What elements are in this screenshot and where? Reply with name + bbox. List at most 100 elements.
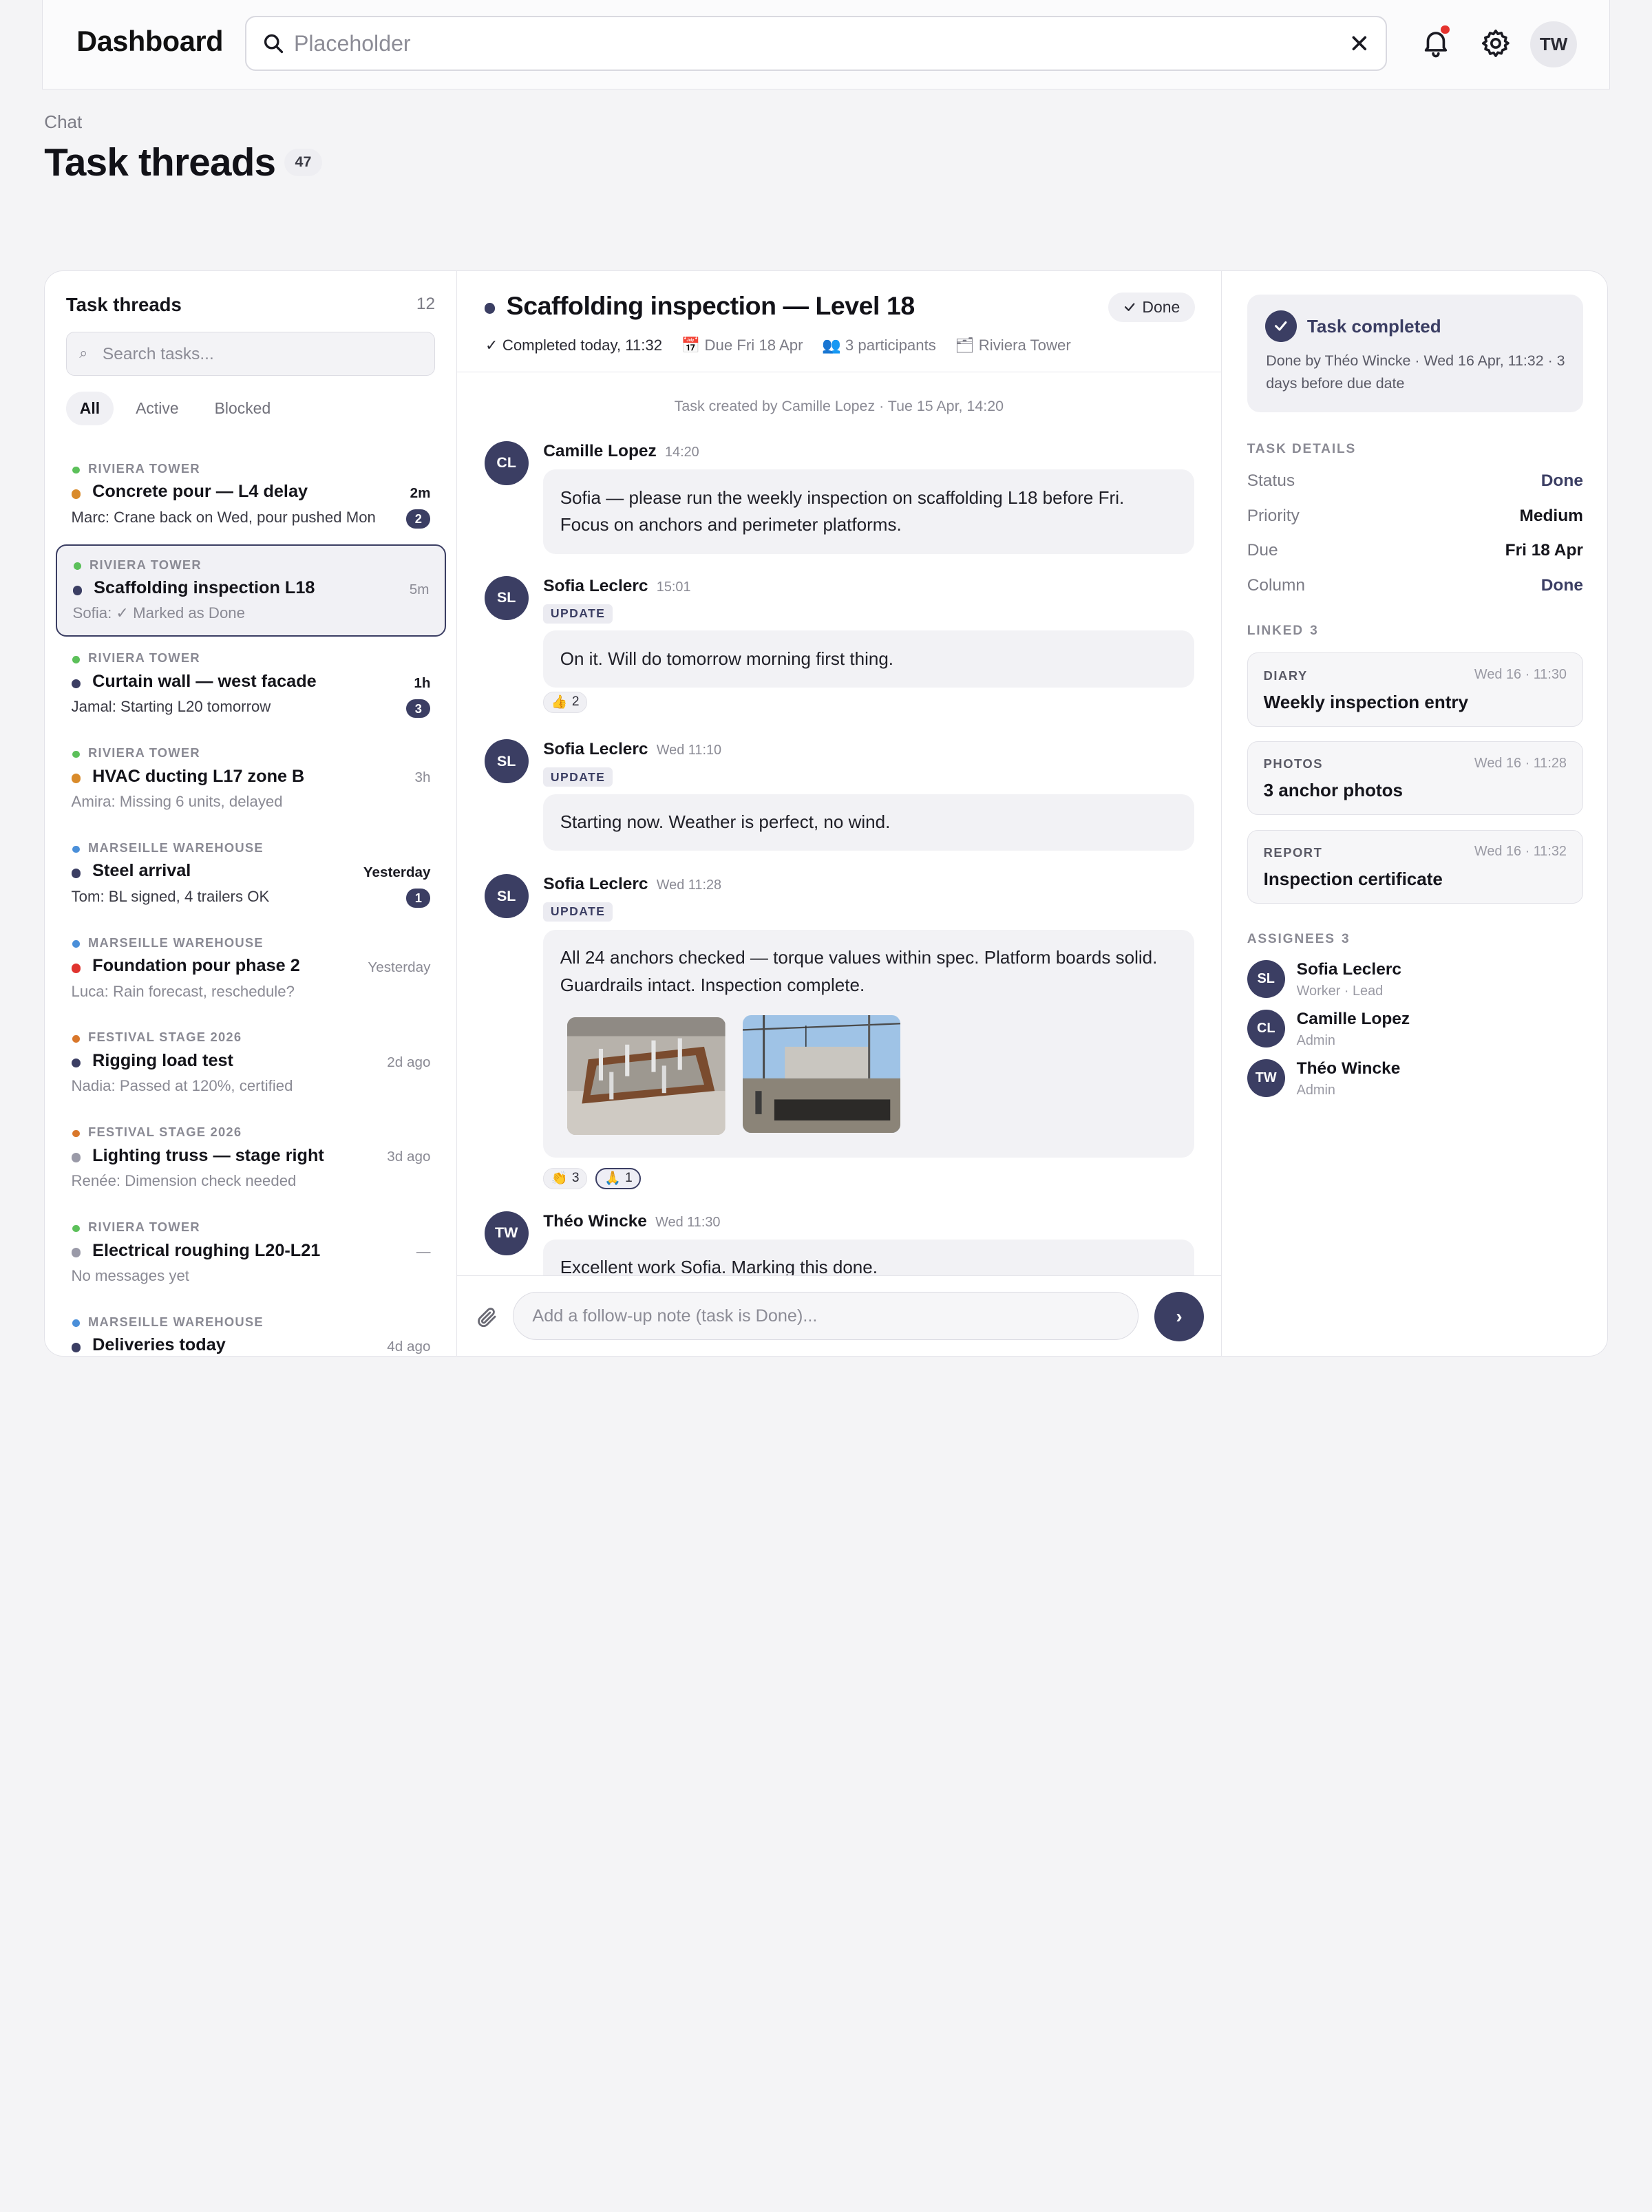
status-dot: [71, 1342, 81, 1352]
field-label: Status: [1247, 471, 1295, 491]
meta-project[interactable]: 🗂 Riviera Tower: [955, 337, 1070, 354]
thread-name: HVAC ducting L17 zone B: [92, 766, 305, 786]
thread-preview: Luca: Rain forecast, reschedule?: [71, 982, 295, 1000]
task-search[interactable]: ⌕: [65, 331, 435, 376]
linked-type: Photos: [1263, 756, 1324, 772]
breadcrumb[interactable]: Chat: [44, 111, 82, 133]
linked-item[interactable]: Diary Wed 16 · 11:30 Weekly inspection ent…: [1247, 652, 1583, 727]
meta-participants[interactable]: 👥 3 participants: [822, 337, 936, 354]
status-dot: [71, 1248, 81, 1257]
thread-project: Marseille Warehouse: [88, 840, 264, 855]
send-button[interactable]: ›: [1154, 1291, 1204, 1341]
linked-time: Wed 16 · 11:32: [1474, 844, 1567, 860]
thread-project: Riviera Tower: [88, 650, 200, 666]
thread-time: 3h: [414, 769, 431, 786]
status-badge[interactable]: Done: [1108, 292, 1195, 322]
conversation-panel: Scaffolding inspection — Level 18 Done ✓…: [456, 271, 1222, 1357]
thread-item[interactable]: Festival Stage 2026 Rigging load test 2d a…: [56, 1019, 447, 1112]
thread-item[interactable]: Riviera Tower Electrical roughing L20-L21…: [56, 1208, 447, 1301]
filter-active[interactable]: Active: [122, 392, 192, 425]
reactions: 👍 2: [543, 692, 588, 713]
folder-icon: 🗂: [955, 337, 975, 354]
field-row: Status Done: [1247, 471, 1583, 493]
thread-time: Yesterday: [363, 864, 431, 881]
project-dot: [72, 1035, 80, 1043]
thread-item[interactable]: Marseille Warehouse Foundation pour phase…: [56, 924, 447, 1017]
reactions: 👏 3 🙏 1: [543, 1167, 642, 1189]
field-label: Due: [1247, 541, 1278, 560]
reaction-mine[interactable]: 🙏 1: [595, 1167, 642, 1189]
thread-preview: Renée: Dimension check needed: [71, 1172, 297, 1189]
update-tag: UPDATE: [543, 767, 613, 787]
avatar: CL: [1247, 1010, 1285, 1048]
project-dot: [74, 562, 81, 570]
details-panel: Task completed Done by Théo Wincke · Wed…: [1222, 271, 1607, 1356]
composer-input[interactable]: [512, 1291, 1139, 1341]
thread-time: Yesterday: [368, 959, 431, 975]
meta-completed: ✓ Completed today, 11:32: [485, 337, 663, 354]
linked-type: Report: [1263, 844, 1323, 860]
message-author: Sofia Leclerc 15:01: [543, 577, 691, 596]
gear-icon[interactable]: [1480, 28, 1512, 59]
filter-blocked[interactable]: Blocked: [201, 392, 284, 425]
global-search-input[interactable]: [293, 28, 1326, 60]
page-title: Task threads: [44, 140, 276, 184]
assignee[interactable]: TW Théo Wincke Admin: [1247, 1059, 1583, 1101]
linked-item[interactable]: Report Wed 16 · 11:32 Inspection certifica…: [1247, 829, 1583, 904]
assignee-name: Théo Wincke: [1296, 1059, 1401, 1078]
thread-list-title: Task threads: [65, 293, 182, 315]
task-details-heading: Task details: [1247, 442, 1357, 457]
thread-project: Riviera Tower: [89, 557, 202, 572]
thread-name: Scaffolding inspection L18: [94, 578, 315, 598]
thread-name: Foundation pour phase 2: [92, 956, 300, 976]
top-bar: Dashboard TW: [42, 0, 1610, 90]
paperclip-icon[interactable]: [476, 1306, 499, 1329]
assignee[interactable]: CL Camille Lopez Admin: [1247, 1010, 1583, 1052]
assignee[interactable]: SL Sofia Leclerc Worker · Lead: [1247, 960, 1583, 1002]
thread-list-panel: Task threads 12 ⌕ All Active Blocked Riv…: [45, 271, 457, 1357]
thread-item[interactable]: Riviera Tower Concrete pour — L4 delay 2m M…: [56, 449, 447, 542]
field-row: Due Fri 18 Apr: [1247, 541, 1583, 562]
thread-item[interactable]: Riviera Tower HVAC ducting L17 zone B 3h Am…: [56, 734, 447, 827]
people-icon: 👥: [822, 337, 841, 354]
update-tag: UPDATE: [543, 902, 613, 922]
thread-preview: Marc: Crane back on Wed, pour pushed Mon: [71, 508, 376, 526]
thread-name: Concrete pour — L4 delay: [92, 482, 308, 502]
conversation-title: Scaffolding inspection — Level 18: [506, 291, 915, 321]
thread-name: Curtain wall — west facade: [92, 671, 317, 691]
filter-all[interactable]: All: [65, 391, 114, 425]
notifications-button[interactable]: [1420, 25, 1454, 61]
status-dot: [71, 489, 81, 499]
conversation-meta: ✓ Completed today, 11:32 📅 Due Fri 18 Ap…: [485, 337, 1071, 354]
thread-item[interactable]: Riviera Tower Curtain wall — west facade 1…: [56, 639, 447, 732]
thread-item[interactable]: Marseille Warehouse Deliveries today 4d ag…: [56, 1303, 447, 1357]
reaction[interactable]: 👏 3: [543, 1167, 588, 1189]
thread-time: 2m: [410, 485, 431, 502]
thread-time: 1h: [414, 674, 431, 691]
linked-time: Wed 16 · 11:28: [1474, 755, 1567, 771]
clear-icon[interactable]: [1348, 32, 1371, 55]
message-author: Camille Lopez 14:20: [543, 442, 699, 461]
avatar: SL: [484, 738, 529, 784]
linked-name: Weekly inspection entry: [1263, 691, 1468, 712]
reaction[interactable]: 👍 2: [543, 692, 588, 713]
task-search-input[interactable]: [102, 341, 419, 368]
message-time: 14:20: [664, 445, 699, 460]
site-crane-photo: [742, 1014, 901, 1134]
photo-thumbnail[interactable]: [567, 1017, 726, 1136]
thread-project: Riviera Tower: [88, 1219, 200, 1234]
global-search[interactable]: [245, 15, 1388, 71]
user-avatar[interactable]: TW: [1530, 21, 1577, 67]
message-bubble: All 24 anchors checked — torque values w…: [543, 929, 1195, 1158]
thread-name: Deliveries today: [92, 1335, 226, 1355]
thread-name: Rigging load test: [92, 1050, 233, 1070]
photo-thumbnail[interactable]: [742, 1014, 901, 1134]
thread-item[interactable]: Festival Stage 2026 Lighting truss — stag…: [56, 1113, 447, 1206]
avatar: TW: [1247, 1059, 1285, 1098]
thread-preview: Nadia: Passed at 120%, certified: [71, 1077, 293, 1095]
message-author: Sofia Leclerc Wed 11:10: [543, 740, 722, 759]
thread-item[interactable]: Marseille Warehouse Steel arrival Yesterda…: [56, 829, 447, 922]
linked-name: 3 anchor photos: [1263, 780, 1403, 801]
linked-item[interactable]: Photos Wed 16 · 11:28 3 anchor photos: [1247, 741, 1583, 816]
thread-item-selected[interactable]: Riviera Tower Scaffolding inspection L18 5…: [55, 544, 447, 637]
